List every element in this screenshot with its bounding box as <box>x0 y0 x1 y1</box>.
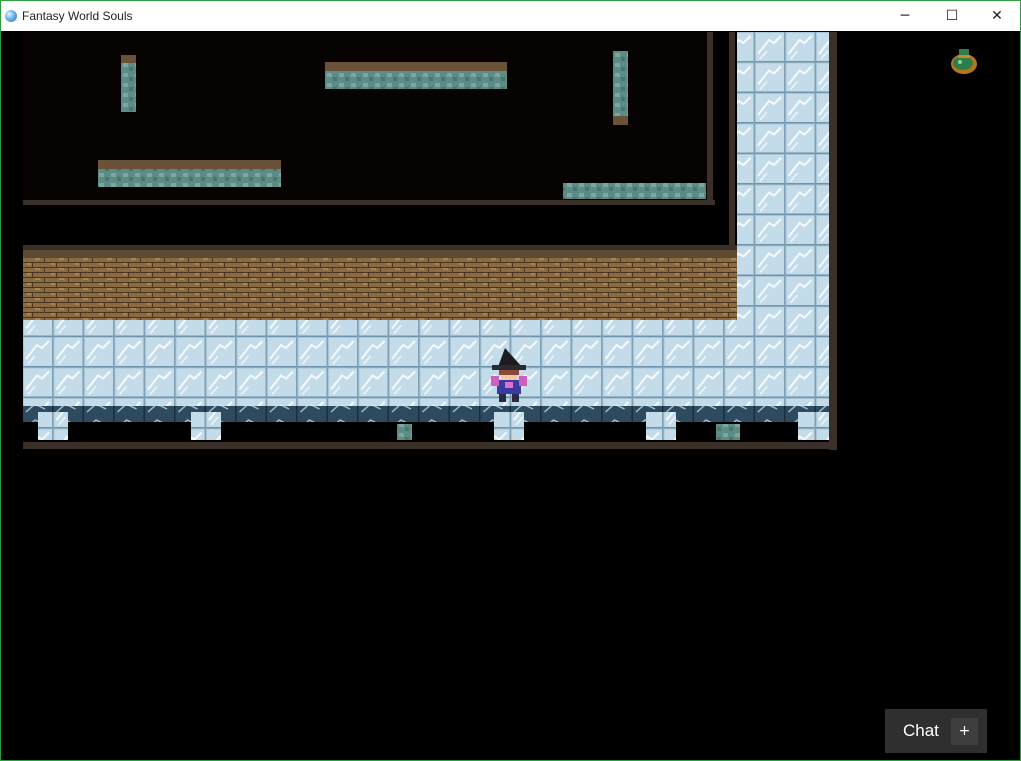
stone-block <box>716 424 740 440</box>
corridor-wall-top <box>23 245 737 250</box>
ice-floor-edge <box>23 406 829 422</box>
ice-floor[interactable] <box>23 320 829 412</box>
ice-column <box>646 412 676 440</box>
ice-column <box>191 412 221 440</box>
title-bar[interactable]: Fantasy World Souls ─ ☐ ✕ <box>1 1 1020 31</box>
stone-ledge <box>98 160 281 187</box>
game-map[interactable] <box>2 32 1019 760</box>
ice-path-vertical[interactable] <box>737 32 829 320</box>
maximize-button[interactable]: ☐ <box>929 1 975 31</box>
stone-pillar <box>613 51 628 125</box>
close-button[interactable]: ✕ <box>974 1 1020 31</box>
outer-wall-bottom <box>23 442 837 449</box>
room-wall-bottom <box>23 200 715 205</box>
globe-icon <box>5 10 17 22</box>
stone-ledge <box>563 183 706 199</box>
brick-wall-top <box>23 250 737 258</box>
brick-wall <box>23 258 737 320</box>
chat-panel[interactable]: Chat + <box>885 709 987 753</box>
stone-block <box>397 424 412 440</box>
chat-expand-button[interactable]: + <box>951 718 978 745</box>
ice-column <box>798 412 829 440</box>
stone-pillar <box>121 55 136 112</box>
stone-ledge <box>325 62 507 89</box>
outer-wall-right <box>829 32 837 450</box>
ice-column <box>38 412 68 440</box>
minimize-button[interactable]: ─ <box>882 1 928 31</box>
corridor-wall-right <box>729 32 735 250</box>
chat-label: Chat <box>903 721 939 740</box>
window-title: Fantasy World Souls <box>22 9 133 23</box>
game-window: Fantasy World Souls ─ ☐ ✕ Chat + <box>0 0 1021 761</box>
ice-column <box>494 412 524 440</box>
money-bag-icon[interactable] <box>947 46 981 76</box>
game-viewport[interactable]: Chat + <box>2 32 1019 760</box>
room-wall-right <box>707 32 713 204</box>
